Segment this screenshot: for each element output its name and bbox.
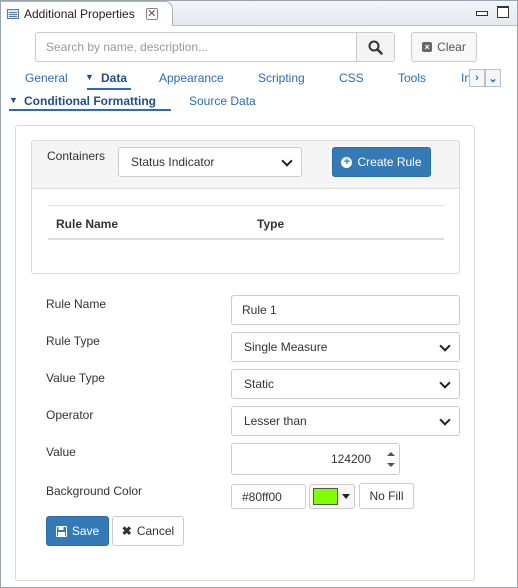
clear-label: Clear [437, 40, 466, 54]
clear-button[interactable]: × Clear [411, 32, 477, 62]
background-color-label: Background Color [46, 484, 143, 498]
tab-in[interactable]: In [461, 71, 469, 85]
rule-name-input[interactable] [231, 295, 460, 325]
caret-down-icon [342, 494, 350, 499]
chevron-down-icon: ▼ [85, 72, 94, 82]
create-rule-label: Create Rule [357, 155, 422, 169]
close-tab-icon[interactable]: ✕ [145, 8, 158, 20]
save-button[interactable]: Save [46, 516, 109, 546]
background-color-input[interactable] [231, 484, 306, 509]
search-input[interactable] [36, 33, 356, 61]
maximize-icon[interactable] [497, 6, 509, 18]
minimize-icon[interactable] [475, 6, 488, 18]
color-picker-button[interactable] [309, 484, 355, 509]
rule-name-label: Rule Name [46, 297, 107, 311]
clear-x-icon: × [422, 42, 433, 52]
color-swatch [313, 488, 338, 505]
create-rule-button[interactable]: + Create Rule [332, 147, 431, 177]
tab-general[interactable]: General [25, 71, 68, 85]
rule-type-value: Single Measure [244, 340, 328, 354]
value-type-value: Static [244, 377, 275, 391]
no-fill-button[interactable]: No Fill [359, 483, 414, 509]
chevron-down-icon [439, 414, 451, 426]
chevron-down-icon [281, 155, 293, 167]
chevron-down-icon [439, 340, 451, 352]
column-type: Type [257, 217, 285, 231]
containers-label: Containers [47, 149, 106, 163]
title-bar: Additional Properties ✕ [1, 1, 517, 26]
operator-value: Lesser than [244, 414, 307, 428]
value-type-select[interactable]: Static [231, 369, 460, 399]
plus-circle-icon: + [341, 156, 353, 168]
operator-label: Operator [46, 408, 94, 422]
rule-type-select[interactable]: Single Measure [231, 332, 460, 362]
value-type-label: Value Type [46, 371, 105, 385]
chevron-down-icon [439, 377, 451, 389]
column-rule-name: Rule Name [56, 217, 119, 231]
operator-select[interactable]: Lesser than [231, 406, 460, 436]
rules-table-header: Rule Name Type [48, 205, 444, 240]
save-label: Save [71, 524, 100, 538]
value-label: Value [46, 445, 76, 459]
properties-panel: Additional Properties ✕ × Clear General … [0, 0, 518, 588]
chevron-right-icon[interactable]: › [469, 69, 485, 87]
properties-icon [7, 9, 19, 19]
rule-type-label: Rule Type [46, 334, 100, 348]
chevron-down-icon: ▼ [9, 95, 18, 105]
close-icon: ✖ [121, 524, 132, 538]
tab-data[interactable]: Data [86, 71, 132, 90]
subtab-conditional-formatting[interactable]: Conditional Formatting [24, 94, 156, 108]
tab-scroll: › ⌄ [469, 69, 501, 87]
containers-header: Containers Status Indicator + Create Rul… [32, 141, 459, 189]
tab-css[interactable]: CSS [339, 71, 364, 85]
tab-title: Additional Properties [24, 7, 135, 21]
subtab-source-data[interactable]: Source Data [189, 94, 256, 108]
editor-tab[interactable]: Additional Properties ✕ [1, 1, 173, 26]
containers-select-value: Status Indicator [131, 155, 215, 169]
search-box [35, 32, 395, 62]
stepper-up-icon[interactable] [387, 452, 395, 456]
search-button[interactable] [356, 33, 394, 61]
cancel-label: Cancel [136, 524, 175, 538]
value-stepper[interactable] [381, 443, 400, 475]
value-input[interactable] [231, 443, 382, 475]
tab-appearance[interactable]: Appearance [159, 71, 224, 85]
stepper-down-icon[interactable] [387, 463, 395, 467]
floppy-disk-icon [55, 525, 67, 537]
subtab-underline [9, 109, 171, 111]
search-icon [368, 40, 383, 55]
tab-scripting[interactable]: Scripting [258, 71, 305, 85]
tab-tools[interactable]: Tools [398, 71, 426, 85]
chevron-down-icon[interactable]: ⌄ [485, 69, 501, 87]
no-fill-label: No Fill [369, 489, 404, 503]
properties-tabs: General ▼ Data Appearance Scripting CSS … [1, 69, 518, 90]
cancel-button[interactable]: ✖ Cancel [112, 516, 184, 546]
containers-box: Containers Status Indicator + Create Rul… [31, 140, 460, 274]
containers-select[interactable]: Status Indicator [118, 147, 302, 177]
